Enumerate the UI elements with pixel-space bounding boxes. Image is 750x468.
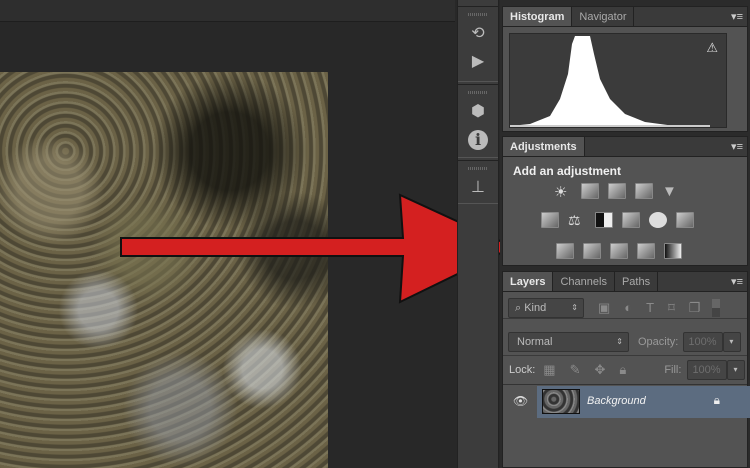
threshold-icon[interactable] [610, 243, 628, 259]
layer-lock-icon: 🔒︎ [713, 393, 720, 407]
shape-layer-filter-icon[interactable]: ⌑ [668, 300, 675, 316]
lock-transparency-icon[interactable]: ▦ [543, 362, 555, 378]
dock-group-clone-source: ⊥ [458, 160, 498, 204]
invert-icon[interactable] [556, 243, 574, 259]
tab-paths[interactable]: Paths [615, 272, 659, 291]
tab-adjustments[interactable]: Adjustments [503, 137, 585, 156]
gradient-map-icon[interactable] [664, 243, 682, 259]
grip-handle[interactable] [468, 91, 488, 94]
actions-play-icon[interactable]: ▶ [468, 52, 488, 72]
grip-handle[interactable] [468, 167, 488, 170]
color-lookup-icon[interactable] [676, 212, 694, 228]
document-canvas-area [0, 0, 516, 468]
adjustment-layer-filter-icon[interactable]: ◐ [624, 300, 632, 315]
grip-handle[interactable] [468, 13, 488, 16]
panels-column: Histogram Navigator ▾≡ ⚠ Adjustments ▾≡ … [500, 0, 750, 468]
filter-kind-select[interactable]: ⌕ Kind ⇕ [508, 297, 584, 318]
levels-icon[interactable] [581, 183, 599, 199]
collapsed-panel-dock: ⟲ ▶ ⬢ i ⊥ [457, 0, 499, 468]
type-layer-filter-icon[interactable]: T [646, 300, 654, 315]
3d-icon[interactable]: ⬢ [468, 102, 488, 122]
histogram-panel: Histogram Navigator ▾≡ ⚠ [502, 6, 748, 132]
opacity-label: Opacity: [638, 335, 679, 348]
fill-input[interactable]: 100% [687, 360, 728, 380]
curves-icon[interactable] [608, 183, 626, 199]
tab-layers[interactable]: Layers [503, 272, 554, 291]
histogram-curve [510, 36, 710, 127]
layer-row-background[interactable]: Background 🔒︎ [537, 386, 750, 418]
clone-source-icon[interactable]: ⊥ [468, 178, 488, 198]
posterize-icon[interactable] [583, 243, 601, 259]
adjustments-panel: Adjustments ▾≡ Add an adjustment ☀ ▼ ⚖ [502, 136, 748, 266]
layer-thumbnail [542, 389, 580, 414]
chevron-updown-icon: ⇕ [571, 302, 578, 312]
hue-saturation-icon[interactable] [541, 212, 559, 228]
vibrance-icon[interactable]: ▼ [662, 183, 680, 200]
info-icon[interactable]: i [468, 130, 488, 150]
search-icon: ⌕ [515, 301, 525, 314]
black-white-icon[interactable] [595, 212, 613, 228]
filter-toggle[interactable] [712, 298, 721, 317]
exposure-icon[interactable] [635, 183, 653, 199]
lock-label: Lock: [509, 364, 536, 376]
filter-kind-value: Kind [524, 301, 547, 314]
panel-menu-icon[interactable]: ▾≡ [731, 140, 743, 153]
dock-group-3d-info: ⬢ i [458, 84, 498, 158]
panel-menu-icon[interactable]: ▾≡ [731, 10, 743, 23]
dock-group-history: ⟲ ▶ [458, 6, 498, 82]
layers-panel: Layers Channels Paths ▾≡ ⌕ Kind ⇕ ▣ ◐ T … [502, 271, 750, 468]
blend-mode-value: Normal [517, 335, 553, 348]
history-icon[interactable]: ⟲ [468, 24, 488, 44]
opacity-dropdown-button[interactable]: ▾ [723, 331, 742, 352]
photo-filter-icon[interactable] [622, 212, 640, 228]
histogram-graph: ⚠ [509, 33, 727, 128]
chevron-updown-icon: ⇕ [616, 336, 623, 346]
channel-mixer-icon[interactable] [649, 212, 667, 228]
pixel-layer-filter-icon[interactable]: ▣ [598, 300, 610, 316]
document-tab-bar [0, 0, 455, 22]
fill-label: Fill: [664, 364, 682, 376]
tab-channels[interactable]: Channels [553, 272, 615, 291]
brightness-contrast-icon[interactable]: ☀ [554, 183, 572, 201]
color-balance-icon[interactable]: ⚖ [568, 212, 586, 228]
fill-dropdown-button[interactable]: ▾ [727, 360, 746, 380]
warning-triangle-icon[interactable]: ⚠ [706, 40, 718, 56]
panel-menu-icon[interactable]: ▾≡ [731, 275, 743, 288]
selective-color-icon[interactable] [637, 243, 655, 259]
smart-object-filter-icon[interactable]: ❐ [689, 300, 701, 316]
lock-all-icon[interactable]: 🔒︎ [619, 362, 626, 378]
tab-navigator[interactable]: Navigator [572, 7, 635, 26]
lock-image-pixels-icon[interactable]: ✎ [570, 362, 581, 378]
layer-name[interactable]: Background [587, 395, 646, 407]
tab-histogram[interactable]: Histogram [503, 7, 573, 26]
layer-visibility-eye-icon[interactable]: 👁︎ [513, 394, 528, 408]
blend-mode-select[interactable]: Normal ⇕ [508, 331, 629, 352]
add-adjustment-title: Add an adjustment [513, 164, 622, 178]
lock-position-icon[interactable]: ✥ [595, 362, 606, 378]
opacity-input[interactable]: 100% [683, 331, 724, 352]
